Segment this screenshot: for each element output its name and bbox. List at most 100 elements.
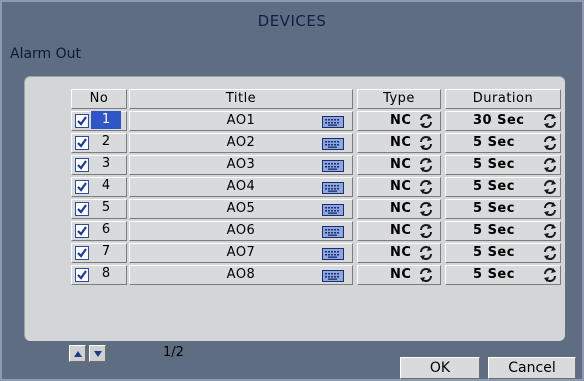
alarm-out-panel: No Title Type Duration 1 AO1 NC 30 Sec 2 AO2 N… (24, 76, 565, 362)
cycle-arrows-icon (420, 202, 432, 216)
cycle-arrows-icon (420, 268, 432, 282)
keyboard-icon[interactable] (322, 160, 344, 172)
title-text: AO8 (226, 267, 256, 282)
title-text: AO4 (226, 179, 256, 194)
title-text: AO7 (226, 245, 256, 260)
title-text: AO2 (226, 135, 256, 150)
page-indicator: 1/2 (163, 345, 184, 360)
row-7-type-spinner[interactable]: NC (357, 243, 441, 263)
ok-button[interactable]: OK (400, 357, 480, 379)
column-header-title: Title (129, 89, 353, 109)
duration-value: 5 Sec (473, 135, 515, 150)
cycle-arrows-icon (544, 114, 556, 128)
column-header-duration: Duration (445, 89, 561, 109)
row-4-no-cell[interactable]: 4 (71, 177, 127, 197)
cycle-arrows-icon (544, 224, 556, 238)
row-6-type-spinner[interactable]: NC (357, 221, 441, 241)
row-number: 8 (101, 266, 111, 281)
row-6-title-field[interactable]: AO6 (129, 221, 353, 241)
checkbox-checked-icon[interactable] (75, 114, 89, 128)
keyboard-icon[interactable] (322, 138, 344, 150)
row-5-title-field[interactable]: AO5 (129, 199, 353, 219)
cycle-arrows-icon (420, 158, 432, 172)
cycle-arrows-icon (544, 158, 556, 172)
row-number: 3 (101, 156, 111, 171)
page-up-button[interactable] (69, 345, 86, 362)
cycle-arrows-icon (420, 224, 432, 238)
devices-window: DEVICES Alarm Out No Title Type Duration… (0, 0, 584, 381)
keyboard-icon[interactable] (322, 182, 344, 194)
row-number: 1 (91, 111, 121, 129)
row-2-type-spinner[interactable]: NC (357, 133, 441, 153)
section-title: Alarm Out (10, 46, 82, 62)
type-value: NC (390, 179, 412, 194)
row-7-duration-spinner[interactable]: 5 Sec (445, 243, 561, 263)
row-3-title-field[interactable]: AO3 (129, 155, 353, 175)
arrow-down-icon (94, 351, 102, 357)
row-3-duration-spinner[interactable]: 5 Sec (445, 155, 561, 175)
checkbox-checked-icon[interactable] (75, 136, 89, 150)
duration-value: 5 Sec (473, 223, 515, 238)
checkbox-checked-icon[interactable] (75, 202, 89, 216)
cycle-arrows-icon (420, 180, 432, 194)
row-2-title-field[interactable]: AO2 (129, 133, 353, 153)
duration-value: 5 Sec (473, 179, 515, 194)
title-text: AO3 (226, 157, 256, 172)
duration-value: 5 Sec (473, 245, 515, 260)
row-8-title-field[interactable]: AO8 (129, 265, 353, 285)
keyboard-icon[interactable] (322, 248, 344, 260)
cycle-arrows-icon (420, 136, 432, 150)
cancel-button[interactable]: Cancel (488, 357, 576, 379)
checkbox-checked-icon[interactable] (75, 246, 89, 260)
row-1-no-cell[interactable]: 1 (71, 111, 127, 131)
keyboard-icon[interactable] (322, 204, 344, 216)
row-number: 2 (101, 134, 111, 149)
keyboard-icon[interactable] (322, 226, 344, 238)
row-6-no-cell[interactable]: 6 (71, 221, 127, 241)
row-6-duration-spinner[interactable]: 5 Sec (445, 221, 561, 241)
cycle-arrows-icon (420, 114, 432, 128)
row-4-title-field[interactable]: AO4 (129, 177, 353, 197)
row-3-type-spinner[interactable]: NC (357, 155, 441, 175)
row-number: 4 (101, 178, 111, 193)
cycle-arrows-icon (544, 268, 556, 282)
type-value: NC (390, 157, 412, 172)
row-3-no-cell[interactable]: 3 (71, 155, 127, 175)
row-4-duration-spinner[interactable]: 5 Sec (445, 177, 561, 197)
row-1-title-field[interactable]: AO1 (129, 111, 353, 131)
checkbox-checked-icon[interactable] (75, 180, 89, 194)
column-header-type: Type (357, 89, 441, 109)
row-number: 5 (101, 200, 111, 215)
title-text: AO1 (226, 113, 256, 128)
checkbox-checked-icon[interactable] (75, 268, 89, 282)
window-title: DEVICES (257, 12, 327, 30)
row-8-type-spinner[interactable]: NC (357, 265, 441, 285)
row-5-no-cell[interactable]: 5 (71, 199, 127, 219)
duration-value: 5 Sec (473, 201, 515, 216)
keyboard-icon[interactable] (322, 270, 344, 282)
row-number: 7 (101, 244, 111, 259)
keyboard-icon[interactable] (322, 116, 344, 128)
checkbox-checked-icon[interactable] (75, 158, 89, 172)
page-down-button[interactable] (89, 345, 106, 362)
duration-value: 5 Sec (473, 157, 515, 172)
row-8-no-cell[interactable]: 8 (71, 265, 127, 285)
row-7-no-cell[interactable]: 7 (71, 243, 127, 263)
type-value: NC (390, 201, 412, 216)
row-2-no-cell[interactable]: 2 (71, 133, 127, 153)
row-1-duration-spinner[interactable]: 30 Sec (445, 111, 561, 131)
row-7-title-field[interactable]: AO7 (129, 243, 353, 263)
row-1-type-spinner[interactable]: NC (357, 111, 441, 131)
checkbox-checked-icon[interactable] (75, 224, 89, 238)
row-2-duration-spinner[interactable]: 5 Sec (445, 133, 561, 153)
row-5-duration-spinner[interactable]: 5 Sec (445, 199, 561, 219)
row-number: 6 (101, 222, 111, 237)
row-5-type-spinner[interactable]: NC (357, 199, 441, 219)
type-value: NC (390, 245, 412, 260)
title-text: AO5 (226, 201, 256, 216)
arrow-up-icon (74, 351, 82, 357)
cycle-arrows-icon (544, 202, 556, 216)
row-4-type-spinner[interactable]: NC (357, 177, 441, 197)
row-8-duration-spinner[interactable]: 5 Sec (445, 265, 561, 285)
type-value: NC (390, 113, 412, 128)
